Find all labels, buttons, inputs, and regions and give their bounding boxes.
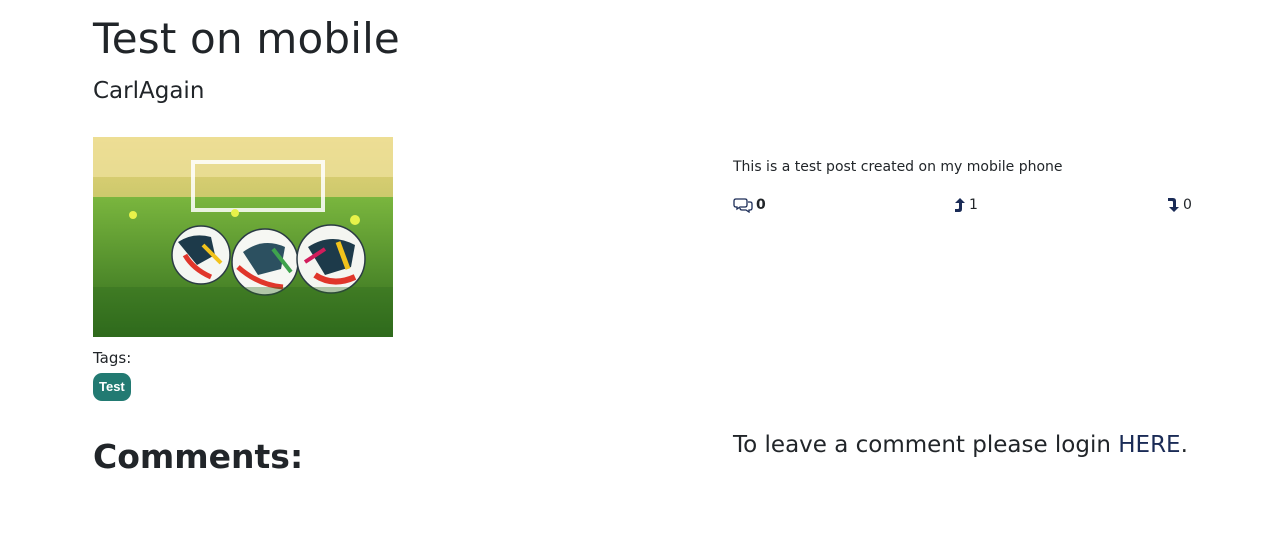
login-prompt-suffix: . [1180, 432, 1188, 458]
upvote-count: 1 [969, 197, 978, 213]
arrow-down-turn-icon [1167, 197, 1180, 213]
comment-count: 0 [733, 197, 766, 213]
comments-heading: Comments: [93, 437, 304, 476]
post-image [93, 137, 393, 337]
downvote-count: 0 [1183, 197, 1192, 213]
post-author: CarlAgain [93, 78, 205, 104]
login-link[interactable]: HERE [1118, 432, 1180, 458]
post-excerpt: This is a test post created on my mobile… [733, 159, 1063, 175]
login-prompt-text: To leave a comment please login [733, 432, 1119, 458]
login-prompt: To leave a comment please login HERE. [733, 432, 1188, 458]
chat-bubbles-icon [733, 197, 753, 213]
comment-count-value: 0 [756, 197, 766, 213]
arrow-up-turn-icon [953, 197, 966, 213]
downvote-button[interactable]: 0 [1167, 197, 1192, 213]
upvote-button[interactable]: 1 [953, 197, 978, 213]
tag-badge[interactable]: Test [93, 373, 131, 401]
tags-label: Tags: [93, 349, 132, 367]
post-title: Test on mobile [93, 14, 400, 63]
